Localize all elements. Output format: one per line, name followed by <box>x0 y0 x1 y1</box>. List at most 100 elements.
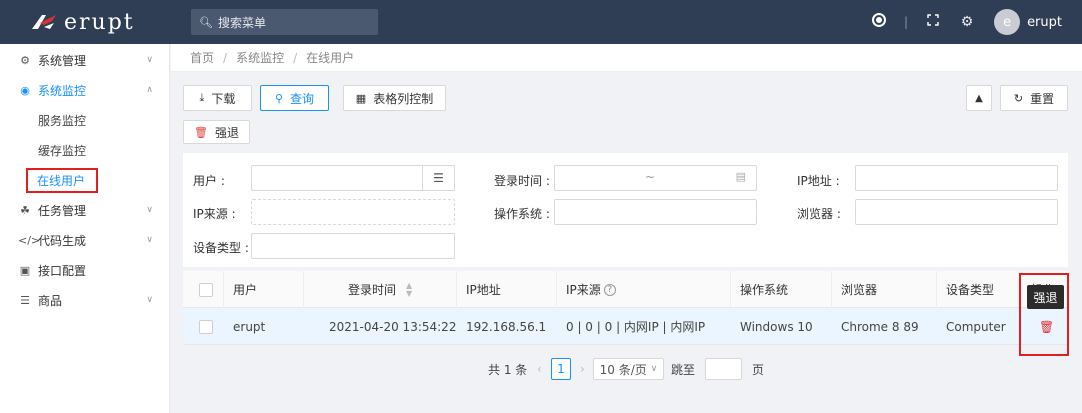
column-control-button[interactable]: ▦ 表格列控制 <box>343 85 446 111</box>
theme-toggle-icon[interactable] <box>862 13 896 31</box>
table-icon: ▦ <box>355 91 367 105</box>
breadcrumb-separator: / <box>223 50 228 65</box>
row-checkbox[interactable] <box>199 320 213 334</box>
table-row[interactable]: erupt 2021-04-20 13:54:22 192.168.56.1 0… <box>183 308 1068 345</box>
page-size-select[interactable]: 10 条/页 ∨ <box>593 358 664 380</box>
cell-browser: Chrome 8 89 <box>841 319 919 334</box>
monitor-icon: ◉ <box>20 83 30 97</box>
list-icon: ☰ <box>20 293 30 307</box>
header-os: 操作系统 <box>740 283 789 297</box>
column-divider <box>223 271 224 308</box>
cell-ip: 192.168.56.1 <box>466 319 547 334</box>
cell-ip-source: 0 | 0 | 0 | 内网IP | 内网IP <box>566 320 706 334</box>
next-page-icon[interactable]: › <box>580 358 585 380</box>
login-time-label: 登录时间 : <box>494 174 550 188</box>
sidebar-item-label: 系统管理 <box>38 53 87 68</box>
login-time-range-input[interactable]: ~ ▤ <box>554 165 757 191</box>
reset-label: 重置 <box>1030 91 1055 106</box>
sidebar-subitem-cache-monitor[interactable]: 缓存监控 <box>0 135 169 165</box>
jump-to-page-input[interactable] <box>705 358 742 380</box>
browser-filter-input[interactable] <box>855 199 1058 225</box>
user-name[interactable]: erupt <box>1027 15 1062 30</box>
column-divider <box>556 271 557 308</box>
jump-to-label: 跳至 <box>671 362 696 377</box>
os-filter-label: 操作系统 : <box>494 207 550 221</box>
logo[interactable]: erupt <box>0 10 170 35</box>
header-login-time[interactable]: 登录时间 ▲ ▼ <box>348 271 412 308</box>
force-logout-button[interactable]: 🗑︎ 强退 <box>183 120 250 144</box>
cell-device: Computer <box>946 319 1006 334</box>
menu-search-input[interactable]: 🔍︎ 搜索菜单 <box>191 9 378 35</box>
column-divider <box>831 271 832 308</box>
calendar-icon: ▤ <box>735 170 746 183</box>
select-all-checkbox[interactable] <box>199 283 213 297</box>
sidebar-subitem-label: 缓存监控 <box>38 143 87 158</box>
os-filter-input[interactable] <box>554 199 757 225</box>
sidebar-subitem-server-monitor[interactable]: 服务监控 <box>0 105 169 135</box>
avatar[interactable]: e <box>994 9 1021 35</box>
collapse-filter-button[interactable]: ▲ <box>966 85 992 111</box>
reset-button[interactable]: ↻ 重置 <box>1000 85 1068 111</box>
sidebar-item-label: 任务管理 <box>38 203 87 218</box>
ip-source-input[interactable] <box>251 199 455 225</box>
header-browser: 浏览器 <box>841 283 878 297</box>
question-circle-icon[interactable]: ? <box>603 283 616 296</box>
download-label: 下载 <box>211 91 236 106</box>
search-icon: 🔍︎ <box>199 15 213 29</box>
user-filter-input[interactable]: ☰ <box>251 165 455 191</box>
list-select-icon[interactable]: ☰ <box>422 166 454 190</box>
column-divider <box>456 271 457 308</box>
chevron-down-icon: ∨ <box>650 364 658 374</box>
online-users-table: 用户 登录时间 ▲▼ IP地址 IP来源 ? 操作系统 浏览器 设备类型 操作 … <box>183 271 1068 345</box>
pagination-total: 共 1 条 <box>488 362 528 377</box>
sidebar: ⚙ 系统管理 ∨ ◉ 系统监控 ∧ 服务监控 缓存监控 在线用户 ☘ 任务管理 … <box>0 44 170 413</box>
header-divider: | <box>904 15 909 29</box>
download-button[interactable]: ⤓ 下载 <box>183 85 252 111</box>
ip-source-label: IP来源 : <box>193 207 236 221</box>
page-size-value: 10 条/页 <box>599 362 647 377</box>
column-divider <box>936 271 937 308</box>
device-type-input[interactable] <box>251 233 455 259</box>
fullscreen-icon[interactable] <box>916 14 950 30</box>
sidebar-item-code-generation[interactable]: </> 代码生成 ∨ <box>0 225 169 255</box>
chevron-down-icon: ∨ <box>146 235 153 245</box>
header-device-type: 设备类型 <box>946 283 995 297</box>
reload-icon: ↻ <box>1013 91 1024 105</box>
sidebar-item-system-management[interactable]: ⚙ 系统管理 ∨ <box>0 45 169 75</box>
pagination-page-1[interactable]: 1 <box>551 358 571 380</box>
chevron-up-icon: ∧ <box>146 85 153 95</box>
trash-icon: 🗑︎ <box>194 125 208 139</box>
sidebar-item-api-config[interactable]: ▣ 接口配置 <box>0 255 169 285</box>
query-button[interactable]: ⚲ 查询 <box>260 85 329 111</box>
header-ip: IP地址 <box>466 283 501 297</box>
sidebar-item-label: 系统监控 <box>38 83 87 98</box>
sidebar-subitem-online-users[interactable]: 在线用户 <box>0 165 169 195</box>
header-login-time-label: 登录时间 <box>348 283 397 297</box>
chevron-down-icon: ∨ <box>146 55 153 65</box>
code-icon: </> <box>18 233 41 247</box>
breadcrumb-separator: / <box>293 50 298 65</box>
column-divider <box>730 271 731 308</box>
prev-page-icon[interactable]: ‹ <box>537 358 542 380</box>
sidebar-item-label: 接口配置 <box>38 263 87 278</box>
column-divider <box>303 271 304 308</box>
sort-icon[interactable]: ▲ ▼ <box>406 281 412 298</box>
chevron-down-icon: ∨ <box>146 295 153 305</box>
cell-user: erupt <box>233 319 266 334</box>
ip-filter-input[interactable] <box>855 165 1058 191</box>
sidebar-item-label: 商品 <box>38 293 63 308</box>
erupt-logo-icon <box>32 15 56 29</box>
header-ip-source: IP来源 ? <box>566 271 616 308</box>
force-logout-label: 强退 <box>214 125 239 140</box>
sidebar-item-system-monitor[interactable]: ◉ 系统监控 ∧ <box>0 75 169 105</box>
settings-gear-icon[interactable]: ⚙ <box>950 14 984 30</box>
gear-icon: ⚙ <box>20 53 30 67</box>
sidebar-item-label: 代码生成 <box>38 233 87 248</box>
breadcrumb-home[interactable]: 首页 <box>190 49 214 66</box>
user-filter-label: 用户 : <box>193 174 225 188</box>
breadcrumb-system-monitor[interactable]: 系统监控 <box>236 49 284 66</box>
page-suffix-label: 页 <box>752 362 765 377</box>
device-type-label: 设备类型 : <box>193 241 249 255</box>
sidebar-item-products[interactable]: ☰ 商品 ∨ <box>0 285 169 315</box>
sidebar-item-task-management[interactable]: ☘ 任务管理 ∨ <box>0 195 169 225</box>
